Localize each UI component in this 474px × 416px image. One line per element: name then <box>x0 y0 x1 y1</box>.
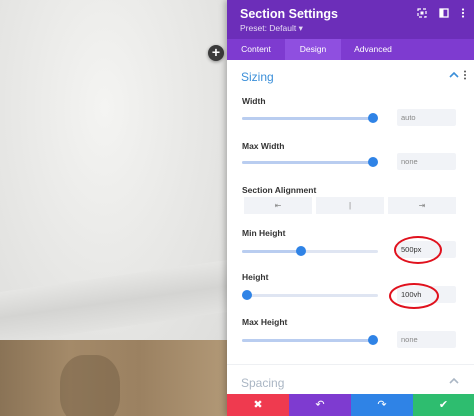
align-right-button[interactable]: ⇥ <box>388 197 456 214</box>
add-module-button[interactable]: + <box>208 45 224 61</box>
width-slider-fill <box>242 117 373 120</box>
undo-button[interactable]: ↶ <box>289 394 351 416</box>
expand-chevron-icon[interactable] <box>449 376 459 388</box>
height-highlight-circle <box>389 283 439 309</box>
align-center-button[interactable]: | <box>316 197 384 214</box>
max-width-slider[interactable] <box>242 157 378 167</box>
spacing-section-heading[interactable]: Spacing <box>241 376 284 390</box>
min-height-label: Min Height <box>242 228 286 238</box>
min-height-slider[interactable] <box>242 246 378 256</box>
expand-icon[interactable] <box>417 8 427 21</box>
sidebar-toggle-icon[interactable] <box>439 8 449 21</box>
max-width-label: Max Width <box>242 141 285 151</box>
pants-shade <box>60 355 120 416</box>
panel-title: Section Settings <box>240 7 338 21</box>
collapse-chevron-icon[interactable] <box>449 70 459 82</box>
max-width-input[interactable]: none <box>397 153 456 170</box>
save-button[interactable]: ✔ <box>413 394 474 416</box>
preset-selector[interactable]: Preset: Default ▾ <box>240 23 303 34</box>
min-height-slider-thumb[interactable] <box>296 246 306 256</box>
section-alignment-label: Section Alignment <box>242 185 317 195</box>
height-label: Height <box>242 272 269 282</box>
align-left-button[interactable]: ⇤ <box>244 197 312 214</box>
tab-bar: Content Design Advanced <box>227 39 474 60</box>
tab-content[interactable]: Content <box>227 39 285 60</box>
max-height-slider[interactable] <box>242 335 378 345</box>
height-slider-thumb[interactable] <box>242 290 252 300</box>
section-divider <box>227 364 474 365</box>
tab-advanced[interactable]: Advanced <box>341 39 405 60</box>
section-more-icon[interactable] <box>463 70 467 83</box>
height-slider[interactable] <box>242 290 378 300</box>
width-slider-thumb[interactable] <box>368 113 378 123</box>
max-height-slider-thumb[interactable] <box>368 335 378 345</box>
width-input[interactable]: auto <box>397 109 456 126</box>
max-height-input[interactable]: none <box>397 331 456 348</box>
panel-footer: ✖ ↶ ↷ ✔ <box>227 394 474 416</box>
min-height-highlight-circle <box>394 236 442 264</box>
max-width-slider-thumb[interactable] <box>368 157 378 167</box>
max-height-slider-fill <box>242 339 373 342</box>
settings-panel: Section Settings Preset: Default ▾ Conte… <box>227 0 474 416</box>
page-preview-image <box>0 0 232 416</box>
width-label: Width <box>242 96 266 106</box>
section-alignment-buttons: ⇤ | ⇥ <box>244 197 456 214</box>
settings-body: Sizing Width auto Max Width none Section… <box>227 60 474 394</box>
discard-button[interactable]: ✖ <box>227 394 289 416</box>
more-icon[interactable] <box>461 8 465 21</box>
panel-header: Section Settings Preset: Default ▾ <box>227 0 474 39</box>
redo-button[interactable]: ↷ <box>351 394 413 416</box>
max-height-label: Max Height <box>242 317 288 327</box>
sizing-section-heading[interactable]: Sizing <box>241 70 274 84</box>
tab-design[interactable]: Design <box>285 39 341 60</box>
max-width-slider-fill <box>242 161 373 164</box>
min-height-slider-fill <box>242 250 301 253</box>
width-slider[interactable] <box>242 113 378 123</box>
